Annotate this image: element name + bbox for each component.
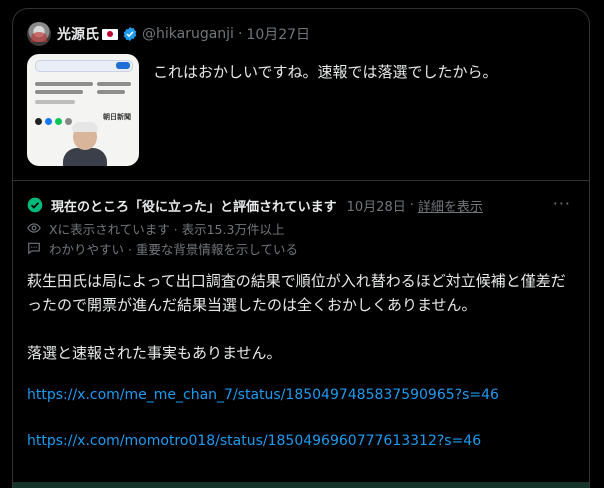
bottom-strip: [13, 482, 589, 488]
show-details-link[interactable]: 詳細を表示: [418, 196, 483, 215]
thumbnail-share-icon: [35, 118, 42, 125]
user-handle[interactable]: @hikaruganji: [142, 26, 234, 42]
note-reason-row: わかりやすい · 重要な背景情報を示している: [27, 239, 298, 257]
display-name[interactable]: 光源氏: [57, 24, 99, 44]
message-icon: [28, 242, 40, 255]
note-reason-text: わかりやすい · 重要な背景情報を示している: [49, 241, 299, 257]
note-paragraph: 落選と速報された事実もありません。: [27, 344, 282, 362]
eye-icon: [27, 223, 41, 233]
thumbnail-text-line: [35, 100, 75, 104]
thumbnail-text-line: [35, 90, 83, 94]
thumbnail-search-bar: [35, 60, 133, 72]
community-note-header: 現在のところ「役に立った」と評価されています 10月28日 · 詳細を表示: [27, 195, 483, 215]
note-status-title: 現在のところ「役に立った」と評価されています: [51, 199, 337, 215]
source-link[interactable]: https://x.com/me_me_chan_7/status/185049…: [27, 387, 499, 403]
thumbnail-text-line: [97, 82, 131, 86]
quoted-post-card[interactable]: 光源氏 @hikaruganji · 10月27日 朝日新聞 これはおかしいです…: [12, 8, 590, 488]
post-date[interactable]: 10月27日: [246, 24, 310, 44]
thumbnail-person: [63, 122, 107, 166]
avatar[interactable]: [27, 22, 51, 46]
attached-image-thumbnail[interactable]: 朝日新聞: [27, 54, 139, 166]
thumbnail-text-line: [35, 82, 93, 86]
thumbnail-text-line: [97, 90, 125, 94]
note-paragraph: 萩生田氏は局によって出口調査の結果で順位が入れ替わるほど対立候補と僅差だったので…: [27, 272, 566, 314]
japan-flag-icon: [102, 28, 118, 40]
more-options-icon[interactable]: ···: [553, 196, 571, 212]
separator-dot: ·: [237, 26, 243, 42]
community-note-body: 萩生田氏は局によって出口調査の結果で順位が入れ替わるほど対立候補と僅差だったので…: [27, 269, 579, 365]
thumbnail-share-icon: [55, 118, 62, 125]
thumbnail-logo-text: 朝日新聞: [103, 113, 131, 121]
note-visibility-row: Xに表示されています · 表示15.3万件以上: [27, 219, 284, 237]
helpful-check-icon: [27, 197, 43, 213]
divider: [13, 180, 589, 181]
quoted-post-header: 光源氏 @hikaruganji · 10月27日: [27, 21, 310, 47]
verified-badge-icon: [122, 26, 138, 42]
quoted-post-text: これはおかしいですね。速報では落選でしたから。: [153, 63, 498, 81]
note-visibility-text: Xに表示されています · 表示15.3万件以上: [49, 221, 285, 237]
thumbnail-share-icon: [45, 118, 52, 125]
separator-dot: ·: [409, 197, 414, 213]
note-date: 10月28日: [346, 199, 406, 215]
source-link[interactable]: https://x.com/momotro018/status/18504969…: [27, 433, 481, 449]
